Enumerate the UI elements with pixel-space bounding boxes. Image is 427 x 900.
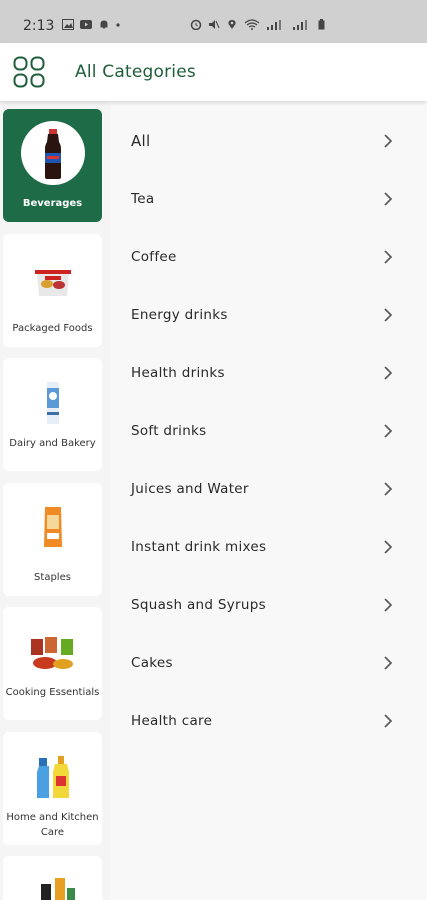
chevron-right-icon <box>384 250 393 264</box>
sidebar-item-label: Cooking Essentials <box>5 687 100 698</box>
sidebar-item-label: Beverages <box>22 198 83 209</box>
subcategory-row-coffee[interactable]: Coffee <box>110 225 427 283</box>
chevron-right-icon <box>384 714 393 728</box>
sidebar-item-cooking-essentials[interactable]: Cooking Essentials <box>3 607 102 720</box>
chevron-right-icon <box>384 134 393 148</box>
chevron-right-icon <box>384 482 393 496</box>
subcategory-label: Cakes <box>131 655 173 671</box>
packaged-food-tub-icon <box>34 270 71 296</box>
gallery-icon <box>62 19 74 30</box>
alarm-icon <box>190 19 202 30</box>
category-sidebar: Beverages Packaged Foods Dairy and Baker… <box>0 101 110 900</box>
subcategory-label: Tea <box>131 191 155 207</box>
sidebar-item-dairy-bakery[interactable]: Dairy and Bakery <box>3 358 102 471</box>
dot-icon <box>116 23 120 27</box>
page-title: All Categories <box>75 62 196 82</box>
youtube-icon <box>80 20 92 29</box>
chevron-right-icon <box>384 656 393 670</box>
subcategory-list: All Tea Coffee Energy drinks Health drin… <box>110 101 427 900</box>
subcategory-label: Squash and Syrups <box>131 597 266 613</box>
signal-icon <box>267 20 281 30</box>
sidebar-item-beverages[interactable]: Beverages <box>3 109 102 222</box>
notification-icons <box>62 19 120 30</box>
subcategory-row-squash-syrups[interactable]: Squash and Syrups <box>110 573 427 631</box>
chevron-right-icon <box>384 308 393 322</box>
staples-pack-icon <box>43 507 62 547</box>
subcategory-row-cakes[interactable]: Cakes <box>110 631 427 689</box>
subcategory-label: All <box>131 132 151 150</box>
soda-bottle-icon <box>44 129 61 179</box>
subcategory-row-soft-drinks[interactable]: Soft drinks <box>110 399 427 457</box>
mute-icon <box>209 20 220 29</box>
subcategory-label: Health drinks <box>131 365 225 381</box>
sidebar-item-packaged-foods[interactable]: Packaged Foods <box>3 234 102 347</box>
sidebar-item-home-kitchen-care[interactable]: Home and Kitchen Care <box>3 732 102 845</box>
chevron-right-icon <box>384 598 393 612</box>
cleaning-bottles-icon <box>36 756 69 798</box>
subcategory-row-tea[interactable]: Tea <box>110 167 427 225</box>
subcategory-row-health-drinks[interactable]: Health drinks <box>110 341 427 399</box>
sidebar-item-more[interactable] <box>3 856 102 900</box>
spices-icon <box>30 637 73 669</box>
system-icons <box>190 19 325 30</box>
chevron-right-icon <box>384 366 393 380</box>
sidebar-item-label: Dairy and Bakery <box>9 438 96 449</box>
chevron-right-icon <box>384 424 393 438</box>
battery-icon <box>318 19 325 30</box>
subcategory-label: Juices and Water <box>131 481 249 497</box>
subcategory-row-instant-drink-mixes[interactable]: Instant drink mixes <box>110 515 427 573</box>
subcategory-label: Health care <box>131 713 213 729</box>
categories-grid-icon[interactable] <box>13 56 45 88</box>
subcategory-row-juices-water[interactable]: Juices and Water <box>110 457 427 515</box>
chevron-right-icon <box>384 192 393 206</box>
wifi-icon <box>244 19 260 30</box>
sidebar-item-label: Home and Kitchen Care <box>6 812 99 838</box>
subcategory-row-energy-drinks[interactable]: Energy drinks <box>110 283 427 341</box>
subcategory-row-health-care[interactable]: Health care <box>110 689 427 747</box>
milk-carton-icon <box>46 382 59 424</box>
sidebar-item-staples[interactable]: Staples <box>3 483 102 596</box>
sidebar-item-label: Staples <box>34 572 71 583</box>
subcategory-row-all[interactable]: All <box>110 109 427 167</box>
app-bar: All Categories <box>0 43 427 101</box>
chevron-right-icon <box>384 540 393 554</box>
subcategory-label: Instant drink mixes <box>131 539 267 555</box>
status-bar: 2:13 <box>0 0 427 43</box>
bell-icon <box>100 20 108 29</box>
status-time: 2:13 <box>23 18 55 34</box>
subcategory-label: Soft drinks <box>131 423 207 439</box>
signal-icon-2 <box>293 20 307 30</box>
location-icon <box>228 20 236 29</box>
subcategory-label: Coffee <box>131 249 177 265</box>
sidebar-item-label: Packaged Foods <box>12 323 93 334</box>
household-products-icon <box>40 878 75 900</box>
subcategory-label: Energy drinks <box>131 307 228 323</box>
